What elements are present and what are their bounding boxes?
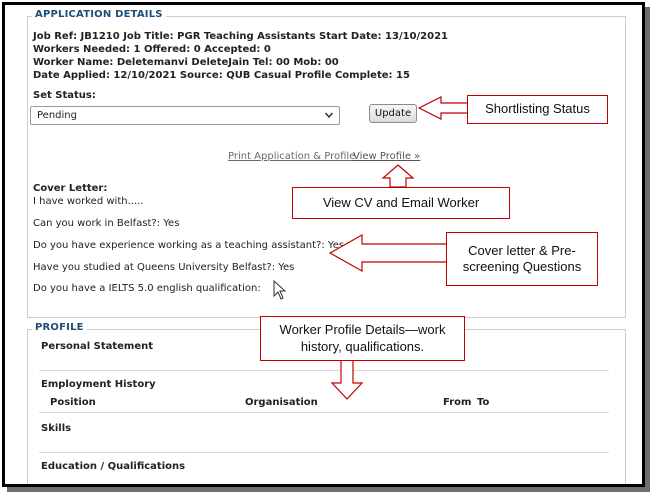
arrow-up-icon bbox=[381, 164, 415, 188]
arrow-down-icon bbox=[330, 359, 364, 400]
callout-view-cv: View CV and Email Worker bbox=[292, 187, 510, 219]
arrow-left-icon bbox=[328, 233, 449, 273]
callout-cover-letter: Cover letter & Pre-screening Questions bbox=[446, 232, 598, 286]
callout-shortlisting-status: Shortlisting Status bbox=[467, 95, 608, 124]
callout-worker-profile: Worker Profile Details—work history, qua… bbox=[260, 316, 465, 361]
arrow-left-icon bbox=[417, 96, 469, 120]
screenshot-frame: APPLICATION DETAILS Job Ref: JB1210 Job … bbox=[2, 2, 645, 487]
